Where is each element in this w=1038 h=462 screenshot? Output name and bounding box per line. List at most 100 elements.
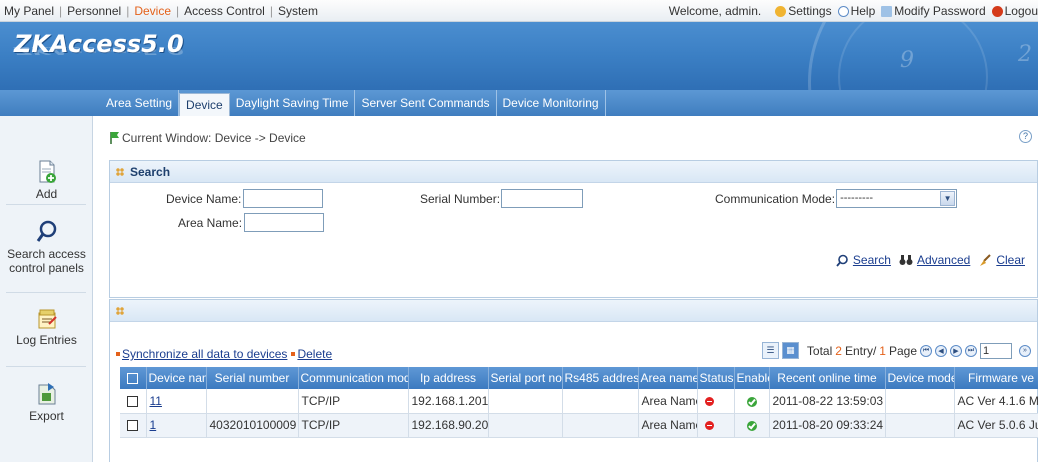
enabled-check-icon (746, 396, 757, 407)
sidebar-item-export[interactable]: Export (0, 382, 93, 423)
row-checkbox-cell[interactable] (120, 413, 147, 438)
list-view-icon[interactable]: ☰ (761, 342, 779, 359)
table-row[interactable]: 11 TCP/IP 192.168.1.201 Area Name 2011-0… (120, 389, 1038, 414)
offline-status-icon (704, 397, 714, 407)
help-link[interactable]: Help (837, 4, 875, 18)
select-all-checkbox-cell[interactable] (120, 367, 147, 389)
enable-cell (734, 389, 770, 414)
last-page-icon[interactable]: ⏭ (965, 344, 977, 357)
device-name-link[interactable]: 1 (150, 418, 157, 432)
device-name-row: Device Name: (166, 189, 324, 208)
column-header[interactable]: Serial number (206, 367, 299, 389)
sidebar-item-add[interactable]: Add (0, 160, 93, 201)
area-name-label: Area Name: (178, 215, 243, 230)
prev-page-icon[interactable]: ◀ (935, 344, 947, 357)
sidebar-item-label: Log Entries (16, 333, 77, 347)
column-header[interactable]: Communication mode (298, 367, 409, 389)
tab-device-monitoring[interactable]: Device Monitoring (497, 90, 606, 116)
menu-personnel[interactable]: Personnel (67, 4, 121, 18)
main-menu: My Panel | Personnel | Device | Access C… (4, 4, 318, 18)
column-header[interactable]: Status (697, 367, 735, 389)
breadcrumb-text: Current Window: Device -> Device (122, 131, 306, 145)
clear-brush-icon (980, 253, 992, 266)
chevron-down-icon[interactable]: ▼ (940, 191, 956, 206)
device-name-input[interactable] (243, 189, 324, 208)
serial-number-label: Serial Number: (420, 191, 501, 206)
column-header[interactable]: Ip address (408, 367, 489, 389)
user-menu: Welcome, admin. Settings Help Modify Pas… (669, 4, 1038, 18)
grid-view-icon[interactable]: ▦ (781, 342, 799, 359)
column-header[interactable]: Device name (146, 367, 207, 389)
total-prefix: Total (806, 343, 833, 358)
area-name-input[interactable] (244, 213, 325, 232)
row-checkbox[interactable] (127, 396, 139, 408)
menu-my-panel[interactable]: My Panel (4, 4, 54, 18)
firmware-version-cell: AC Ver 4.1.6 May (954, 389, 1038, 414)
modify-password-label: Modify Password (894, 4, 986, 18)
logout-link[interactable]: Logou (991, 4, 1038, 18)
table-header-row: Device name Serial number Communication … (120, 367, 1038, 389)
modify-password-link[interactable]: Modify Password (881, 4, 986, 18)
logo-reflection: ZKAccess5.0 (14, 44, 184, 57)
tab-device[interactable]: Device (179, 93, 230, 116)
search-button[interactable]: Search (853, 253, 891, 267)
serial-number-input[interactable] (501, 189, 584, 208)
sidebar-item-label: Export (29, 409, 64, 423)
tab-bar: Area Setting Device Daylight Saving Time… (0, 90, 1038, 116)
row-checkbox-cell[interactable] (120, 389, 147, 414)
entry-text: Entry/ (844, 343, 877, 358)
flag-icon (110, 132, 119, 144)
tab-server-sent-commands[interactable]: Server Sent Commands (355, 90, 497, 116)
tab-area-setting[interactable]: Area Setting (100, 90, 180, 116)
select-all-checkbox[interactable] (127, 373, 139, 385)
sync-all-data-link[interactable]: Synchronize all data to devices (122, 347, 287, 361)
advanced-search-button[interactable]: Advanced (917, 253, 970, 267)
recent-online-time-cell: 2011-08-22 13:59:03 (769, 389, 886, 414)
main-content: Current Window: Device -> Device ? Searc… (101, 116, 1038, 462)
device-name-label: Device Name: (166, 191, 242, 206)
column-header[interactable]: Enable (734, 367, 770, 389)
clear-button[interactable]: Clear (996, 253, 1025, 267)
welcome-text: Welcome, admin. (668, 4, 762, 18)
device-list-header (110, 300, 1037, 322)
sidebar-item-search-panels[interactable]: Search access control panels (0, 220, 93, 275)
search-panel: Search Device Name: Area Name: Serial Nu… (109, 160, 1038, 298)
tab-daylight-saving-time[interactable]: Daylight Saving Time (230, 90, 356, 116)
settings-link[interactable]: Settings (775, 4, 832, 18)
bullet-icon (116, 352, 120, 356)
settings-label: Settings (788, 4, 832, 18)
sidebar-item-label: Search access control panels (7, 247, 86, 275)
page-help-icon[interactable]: ? (1019, 130, 1032, 143)
first-page-icon[interactable]: ⏮ (920, 344, 932, 357)
table-row[interactable]: 1 4032010100009 TCP/IP 192.168.90.201 Ar… (120, 413, 1038, 438)
column-header[interactable]: Device model (885, 367, 955, 389)
search-panel-header: Search (110, 161, 1037, 183)
enabled-check-icon (746, 420, 757, 431)
column-header[interactable]: Serial port no. (488, 367, 563, 389)
area-name-cell: Area Name (638, 389, 698, 414)
delete-link[interactable]: Delete (297, 347, 332, 361)
communication-mode-row: Communication Mode: --------- ▼ (715, 189, 958, 208)
sidebar-divider (6, 366, 86, 367)
column-header[interactable]: Area name (638, 367, 698, 389)
column-header[interactable]: Rs485 address (562, 367, 639, 389)
page-number-input[interactable]: 1 (980, 342, 1012, 359)
column-header[interactable]: Recent online time (769, 367, 886, 389)
ip-address-cell: 192.168.1.201 (408, 389, 489, 414)
row-checkbox[interactable] (127, 420, 139, 432)
device-name-link[interactable]: 11 (150, 394, 162, 408)
column-header[interactable]: Firmware ve (954, 367, 1038, 389)
sidebar-item-log-entries[interactable]: Log Entries (0, 308, 93, 347)
menu-system[interactable]: System (278, 4, 318, 18)
serial-number-cell: 4032010100009 (206, 413, 299, 438)
grip-icon (116, 167, 124, 176)
communication-mode-select[interactable]: --------- ▼ (836, 189, 958, 208)
go-page-icon[interactable]: » (1019, 344, 1031, 357)
sidebar-item-label: Add (35, 187, 58, 201)
page-count: 1 (879, 343, 886, 358)
recent-online-time-cell: 2011-08-20 09:33:24 (769, 413, 886, 438)
menu-access-control[interactable]: Access Control (184, 4, 265, 18)
sidebar-divider (6, 204, 86, 205)
next-page-icon[interactable]: ▶ (950, 344, 962, 357)
menu-device[interactable]: Device (134, 4, 171, 18)
